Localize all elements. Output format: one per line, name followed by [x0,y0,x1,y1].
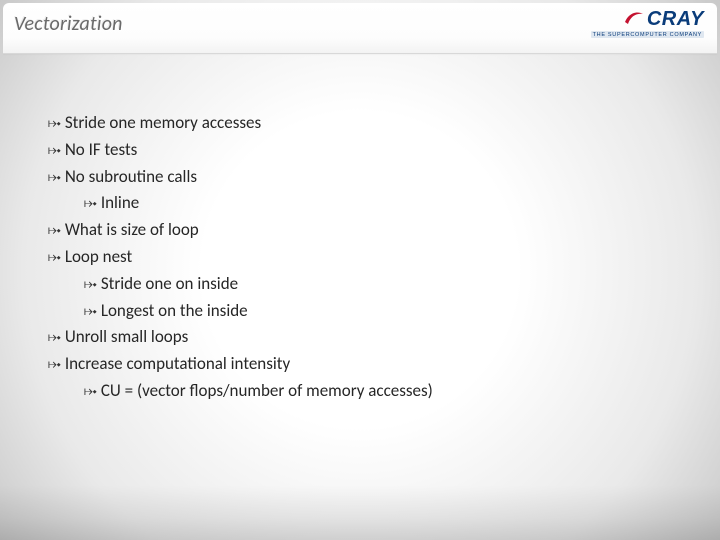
swoosh-icon [624,10,644,30]
outline-item: ⤠No IF tests [48,137,680,164]
bullet-icon: ⤠ [84,303,101,320]
logo-main: CRAY [624,8,704,30]
outline-text: Longest on the inside [101,300,248,321]
outline-text: Increase computational intensity [65,353,290,374]
bullet-icon: ⤠ [48,115,65,132]
outline-text: What is size of loop [65,219,199,240]
outline-item: ⤠CU = (vector flops/number of memory acc… [48,378,680,405]
bottom-shadow [0,485,720,540]
outline-item: ⤠Increase computational intensity [48,351,680,378]
slide-title: Vectorization [14,12,123,36]
outline-text: No subroutine calls [65,166,197,187]
outline-text: Loop nest [65,246,132,267]
outline-text: Stride one memory accesses [65,112,261,133]
bullet-icon: ⤠ [48,356,65,373]
outline-item: ⤠Inline [48,190,680,217]
outline-item: ⤠Stride one memory accesses [48,110,680,137]
bullet-icon: ⤠ [48,329,65,346]
bullet-icon: ⤠ [48,249,65,266]
bullet-icon: ⤠ [84,276,101,293]
bullet-icon: ⤠ [84,195,101,212]
bullet-icon: ⤠ [48,169,65,186]
outline-text: Unroll small loops [65,326,188,347]
outline-item: ⤠No subroutine calls [48,164,680,191]
vendor-logo: CRAY THE SUPERCOMPUTER COMPANY [591,8,704,38]
outline-text: Stride one on inside [101,273,238,294]
outline-item: ⤠Loop nest [48,244,680,271]
outline-item: ⤠Stride one on inside [48,271,680,298]
logo-text: CRAY [647,9,704,29]
bullet-icon: ⤠ [48,142,65,159]
logo-tagline: THE SUPERCOMPUTER COMPANY [591,31,704,38]
outline-text: No IF tests [65,139,138,160]
outline-text: Inline [101,192,139,213]
outline-item: ⤠What is size of loop [48,217,680,244]
slide: Vectorization CRAY THE SUPERCOMPUTER COM… [0,0,720,540]
outline-text: CU = (vector flops/number of memory acce… [101,380,433,401]
outline-item: ⤠Longest on the inside [48,298,680,325]
slide-body: ⤠Stride one memory accesses⤠No IF tests⤠… [48,110,680,405]
bullet-icon: ⤠ [48,222,65,239]
outline-item: ⤠Unroll small loops [48,324,680,351]
bullet-icon: ⤠ [84,383,101,400]
